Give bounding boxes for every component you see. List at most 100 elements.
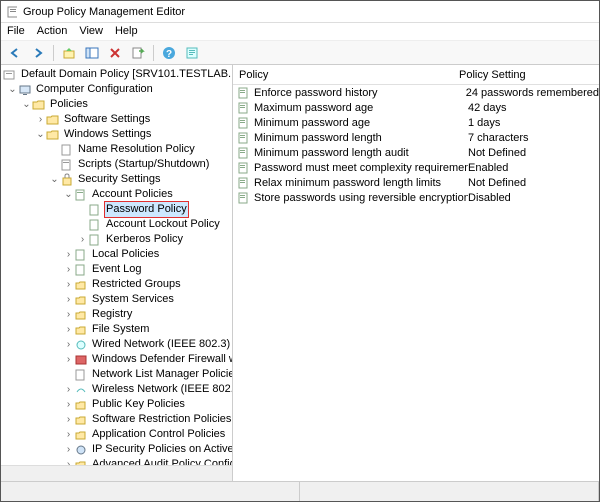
- list-row[interactable]: Maximum password age42 days: [233, 100, 599, 115]
- statusbar: [1, 481, 599, 501]
- tree-account-policies[interactable]: ⌄ Account Policies: [3, 187, 232, 202]
- policy-item-icon: [237, 131, 251, 145]
- tree-software-restriction[interactable]: › Software Restriction Policies: [3, 412, 232, 427]
- tree-ip-security[interactable]: › IP Security Policies on Active Directo…: [3, 442, 232, 457]
- tree-windows-settings[interactable]: ⌄ Windows Settings: [3, 127, 232, 142]
- expand-icon[interactable]: ›: [63, 247, 74, 262]
- tree-kerberos[interactable]: › Kerberos Policy: [3, 232, 232, 247]
- collapse-icon[interactable]: ⌄: [7, 82, 18, 97]
- tree-account-lockout[interactable]: Account Lockout Policy: [3, 217, 232, 232]
- tree-windows-defender[interactable]: › Windows Defender Firewall with Advance…: [3, 352, 232, 367]
- tree-security-settings[interactable]: ⌄ Security Settings: [3, 172, 232, 187]
- expand-icon[interactable]: ›: [63, 412, 74, 427]
- list-row[interactable]: Minimum password length7 characters: [233, 130, 599, 145]
- tree-registry[interactable]: › Registry: [3, 307, 232, 322]
- expand-icon[interactable]: ›: [63, 382, 74, 397]
- folder-icon: [46, 113, 60, 127]
- tree-event-log[interactable]: › Event Log: [3, 262, 232, 277]
- menu-file[interactable]: File: [7, 25, 25, 38]
- policy-item-icon: [237, 161, 251, 175]
- collapse-icon[interactable]: ⌄: [35, 127, 46, 142]
- expand-icon[interactable]: ›: [63, 322, 74, 337]
- menu-action[interactable]: Action: [37, 25, 68, 38]
- tree-public-key[interactable]: › Public Key Policies: [3, 397, 232, 412]
- export-button[interactable]: [128, 43, 148, 63]
- up-button[interactable]: [59, 43, 79, 63]
- column-setting[interactable]: Policy Setting: [453, 66, 599, 84]
- tree-application-control[interactable]: › Application Control Policies: [3, 427, 232, 442]
- ipsec-icon: [74, 443, 88, 457]
- policy-name: Store passwords using reversible encrypt…: [254, 192, 468, 204]
- expand-icon[interactable]: ›: [63, 427, 74, 442]
- tree-software-settings[interactable]: › Software Settings: [3, 112, 232, 127]
- list-rows: Enforce password history24 passwords rem…: [233, 85, 599, 205]
- policy-value: Not Defined: [468, 147, 599, 159]
- list-row[interactable]: Enforce password history24 passwords rem…: [233, 85, 599, 100]
- tree-computer-config[interactable]: ⌄ Computer Configuration: [3, 82, 232, 97]
- tree-wired-network[interactable]: › Wired Network (IEEE 802.3) Policies: [3, 337, 232, 352]
- tree-password-policy[interactable]: Password Policy: [3, 202, 232, 217]
- collapse-icon[interactable]: ⌄: [21, 97, 32, 112]
- wireless-icon: [74, 383, 88, 397]
- menu-help[interactable]: Help: [115, 25, 138, 38]
- folder-icon: [74, 428, 88, 442]
- tree-pane[interactable]: Default Domain Policy [SRV101.TESTLAB.LO…: [1, 65, 233, 481]
- tree-file-system[interactable]: › File System: [3, 322, 232, 337]
- list-row[interactable]: Relax minimum password length limitsNot …: [233, 175, 599, 190]
- expand-icon[interactable]: ›: [63, 352, 74, 367]
- list-row[interactable]: Minimum password length auditNot Defined: [233, 145, 599, 160]
- help-button[interactable]: ?: [159, 43, 179, 63]
- policy-value: 7 characters: [468, 132, 599, 144]
- app-icon: [7, 5, 21, 19]
- menu-view[interactable]: View: [79, 25, 103, 38]
- list-pane[interactable]: Policy Policy Setting Enforce password h…: [233, 65, 599, 481]
- show-hide-tree-button[interactable]: [82, 43, 102, 63]
- expand-icon[interactable]: ›: [77, 232, 88, 247]
- column-policy[interactable]: Policy: [233, 66, 453, 84]
- folder-icon: [74, 323, 88, 337]
- tree-hscroll[interactable]: [1, 465, 232, 481]
- tree-name-resolution[interactable]: Name Resolution Policy: [3, 142, 232, 157]
- svg-text:?: ?: [166, 49, 172, 60]
- tree-system-services[interactable]: › System Services: [3, 292, 232, 307]
- toolbar-separator: [153, 45, 154, 61]
- expand-icon[interactable]: ›: [63, 337, 74, 352]
- folder-icon: [74, 293, 88, 307]
- folder-icon: [32, 98, 46, 112]
- tree-restricted-groups[interactable]: › Restricted Groups: [3, 277, 232, 292]
- collapse-icon[interactable]: ⌄: [49, 172, 60, 187]
- tree[interactable]: Default Domain Policy [SRV101.TESTLAB.LO…: [1, 65, 232, 481]
- expand-icon[interactable]: ›: [63, 307, 74, 322]
- list-row[interactable]: Minimum password age1 days: [233, 115, 599, 130]
- tree-network-list[interactable]: Network List Manager Policies: [3, 367, 232, 382]
- folder-icon: [74, 413, 88, 427]
- policy-name: Minimum password length audit: [254, 147, 468, 159]
- back-button[interactable]: [5, 43, 25, 63]
- tree-policies[interactable]: ⌄ Policies: [3, 97, 232, 112]
- expand-icon[interactable]: ›: [63, 397, 74, 412]
- folder-icon: [46, 128, 60, 142]
- list-row[interactable]: Password must meet complexity requiremen…: [233, 160, 599, 175]
- policy-value: Disabled: [468, 192, 599, 204]
- delete-button[interactable]: [105, 43, 125, 63]
- tree-root[interactable]: Default Domain Policy [SRV101.TESTLAB.LO…: [3, 67, 232, 82]
- collapse-icon[interactable]: ⌄: [63, 187, 74, 202]
- expand-icon[interactable]: ›: [63, 292, 74, 307]
- expand-icon[interactable]: ›: [35, 112, 46, 127]
- tree-local-policies[interactable]: › Local Policies: [3, 247, 232, 262]
- expand-icon[interactable]: ›: [63, 262, 74, 277]
- policy-name: Minimum password age: [254, 117, 468, 129]
- expand-icon[interactable]: ›: [63, 442, 74, 457]
- expand-icon[interactable]: ›: [63, 277, 74, 292]
- list-row[interactable]: Store passwords using reversible encrypt…: [233, 190, 599, 205]
- tree-wireless-network[interactable]: › Wireless Network (IEEE 802.11) Policie…: [3, 382, 232, 397]
- policy-item-icon: [237, 116, 251, 130]
- policy-icon: [74, 368, 88, 382]
- titlebar: Group Policy Management Editor: [1, 1, 599, 23]
- gpo-icon: [3, 68, 17, 82]
- tree-scripts[interactable]: Scripts (Startup/Shutdown): [3, 157, 232, 172]
- forward-button[interactable]: [28, 43, 48, 63]
- policy-item-icon: [237, 176, 251, 190]
- policy-item-icon: [88, 203, 102, 217]
- filter-button[interactable]: [182, 43, 202, 63]
